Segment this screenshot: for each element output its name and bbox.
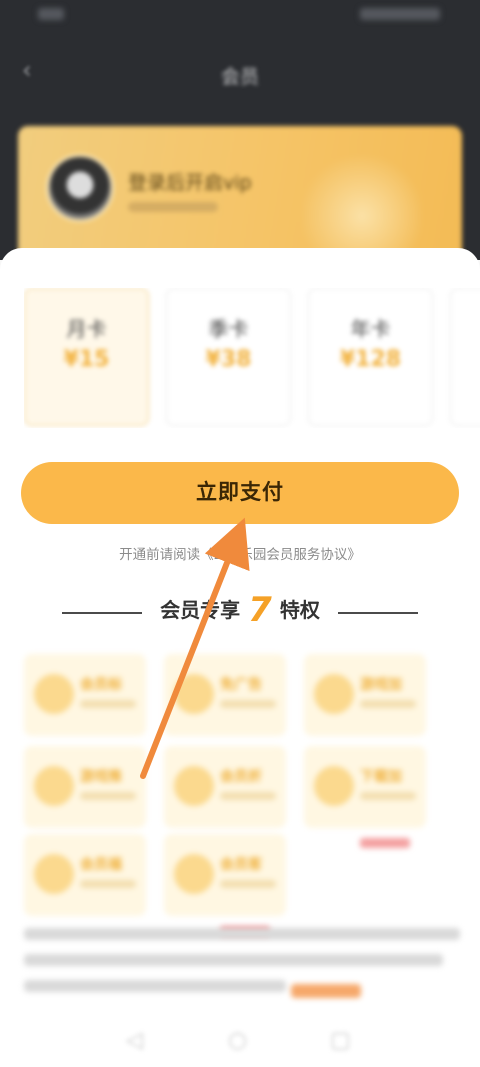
plan-card-quarterly[interactable]: 季卡 ¥38 xyxy=(166,288,291,426)
coming-soon-tag xyxy=(360,838,410,848)
privileges-prefix: 会员专享 xyxy=(160,598,241,622)
pay-now-button[interactable]: 立即支付 xyxy=(21,462,459,524)
download-icon xyxy=(314,766,354,806)
speed-icon xyxy=(314,674,354,714)
crown-icon xyxy=(302,150,422,260)
plan-name: 季卡 xyxy=(208,317,249,341)
recommend-icon xyxy=(34,766,74,806)
privilege-title: 下载加 xyxy=(360,769,402,785)
notes-link[interactable] xyxy=(290,983,361,998)
discount-icon xyxy=(174,766,214,806)
privilege-title: 会员客 xyxy=(220,857,262,873)
privileges-count: 7 xyxy=(248,590,272,630)
membership-notes xyxy=(24,928,460,1006)
status-time xyxy=(38,8,64,20)
privilege-title: 免广告 xyxy=(220,677,262,693)
plan-name: 年卡 xyxy=(350,317,391,341)
agreement-link[interactable]: 开通前请阅读《233乐园会员服务协议》 xyxy=(0,543,480,563)
plan-card-yearly[interactable]: 年卡 ¥128 xyxy=(308,288,433,426)
privilege-tile[interactable]: 免广告 xyxy=(164,654,286,736)
privilege-tile[interactable]: 下载加 xyxy=(304,746,426,848)
plan-price: ¥15 xyxy=(63,347,110,372)
privilege-title: 会员标 xyxy=(80,677,122,693)
privilege-tile[interactable]: 游戏加 xyxy=(304,654,426,736)
plan-list: 月卡 ¥15 季卡 ¥38 年卡 ¥128 ¥ xyxy=(24,288,480,428)
no-ads-icon xyxy=(174,674,214,714)
privilege-tile[interactable]: 会员福 xyxy=(24,834,146,916)
gift-icon xyxy=(34,854,74,894)
nav-back-icon[interactable]: ◁ xyxy=(126,1028,143,1053)
privilege-title: 会员福 xyxy=(80,857,122,873)
privileges-heading: 会员专享 7 特权 xyxy=(0,590,480,634)
privilege-title: 会员折 xyxy=(220,769,262,785)
system-nav-bar: ◁ ○ ▢ xyxy=(0,1010,480,1067)
privilege-title: 游戏推 xyxy=(80,769,122,785)
plan-name: 月卡 xyxy=(66,317,107,341)
nav-home-icon[interactable]: ○ xyxy=(228,1028,247,1053)
username[interactable]: 登录后开启vip xyxy=(128,168,252,195)
plan-card-monthly[interactable]: 月卡 ¥15 xyxy=(24,288,149,426)
status-bar xyxy=(0,6,480,28)
avatar[interactable] xyxy=(46,154,114,222)
service-icon xyxy=(174,854,214,894)
privilege-title: 游戏加 xyxy=(360,677,402,693)
plan-price: ¥38 xyxy=(205,347,252,372)
privileges-suffix: 特权 xyxy=(279,598,320,622)
plan-price: ¥ xyxy=(451,347,480,372)
heading-divider-right xyxy=(338,612,418,614)
privilege-tile[interactable]: 会员折 xyxy=(164,746,286,828)
privilege-tile[interactable]: 会员客 xyxy=(164,834,286,936)
plan-price: ¥128 xyxy=(339,347,402,372)
privilege-tile[interactable]: 游戏推 xyxy=(24,746,146,828)
user-subtitle xyxy=(128,202,218,212)
plan-card-extra[interactable]: ¥ xyxy=(450,288,480,426)
badge-icon xyxy=(34,674,74,714)
privilege-tile[interactable]: 会员标 xyxy=(24,654,146,736)
page-title: 会员 xyxy=(220,66,259,88)
nav-recent-icon[interactable]: ▢ xyxy=(330,1028,351,1053)
status-icons xyxy=(360,8,440,20)
